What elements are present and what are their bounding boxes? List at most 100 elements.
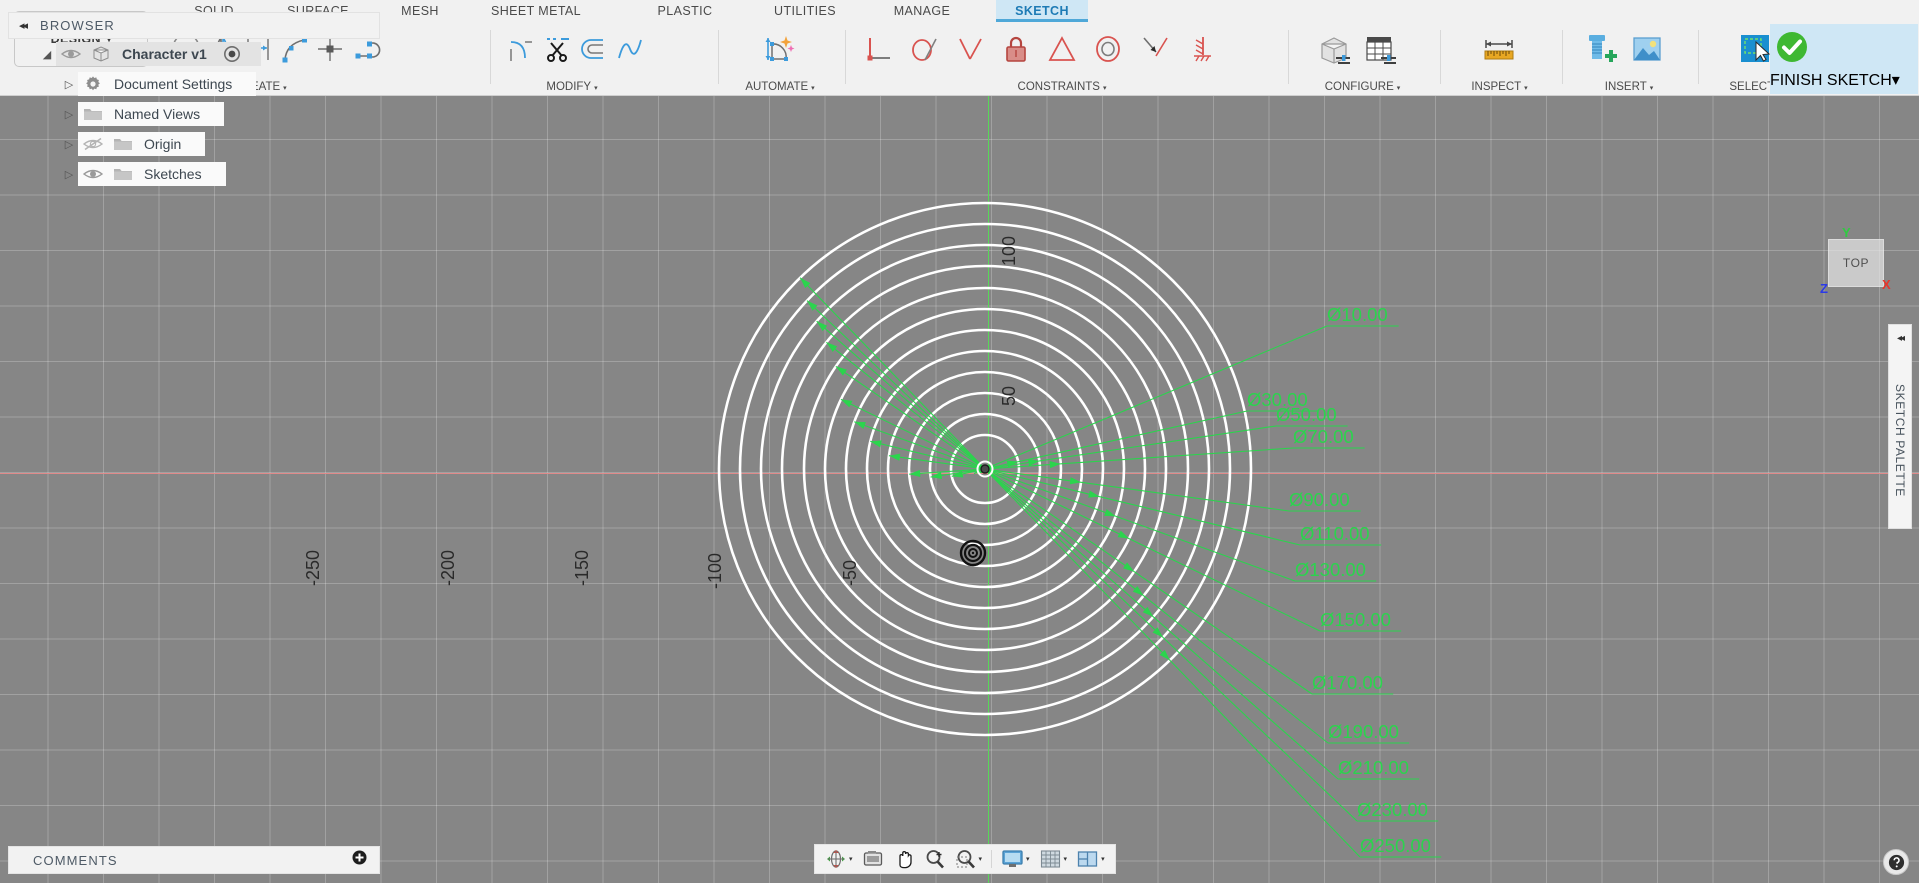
dimension-leader — [1128, 538, 1321, 632]
tab-plastic[interactable]: PLASTIC — [640, 0, 730, 22]
break-curve-icon[interactable] — [613, 26, 648, 72]
display-settings-button[interactable]: ▾ — [998, 846, 1033, 872]
browser-item-origin[interactable]: ▷ Origin — [8, 129, 380, 159]
dimension-label[interactable]: Ø190.00 — [1328, 721, 1399, 743]
browser-item-chip[interactable]: Sketches — [78, 162, 226, 186]
configure-body-icon[interactable] — [1313, 26, 1357, 72]
orbit-button[interactable]: ▾ — [822, 846, 856, 872]
concentric-icon[interactable] — [1086, 26, 1130, 72]
ribbon-group-constraints-label[interactable]: CONSTRAINTS ▾ — [852, 81, 1272, 93]
chevron-down-icon[interactable]: ▾ — [1101, 855, 1105, 863]
equal-icon[interactable] — [948, 26, 992, 72]
auto-constrain-icon[interactable] — [755, 26, 799, 72]
trim-icon[interactable] — [540, 26, 575, 72]
dimension-label[interactable]: Ø130.00 — [1295, 559, 1366, 581]
browser-collapse-icon[interactable]: ◂◂ — [19, 19, 28, 32]
dimension-radial-line-mirror — [806, 300, 990, 474]
y-tick-label: 50 — [999, 385, 1019, 406]
dimension-radial-line-mirror — [854, 421, 991, 472]
ribbon-group-configure-label[interactable]: CONFIGURE ▾ — [1295, 81, 1430, 93]
eye-visible-icon[interactable] — [56, 47, 86, 61]
dimension-arrowhead — [1069, 477, 1082, 485]
browser-item-label: Named Views — [114, 106, 201, 122]
tab-manage[interactable]: MANAGE — [872, 0, 972, 22]
dimension-label[interactable]: Ø210.00 — [1338, 757, 1409, 779]
browser-item-chip[interactable]: Character v1 — [56, 42, 261, 66]
y-tick-label: 100 — [999, 235, 1019, 266]
dimension-label[interactable]: Ø230.00 — [1357, 799, 1428, 821]
pan-hand-button[interactable] — [890, 846, 918, 872]
browser-item-chip[interactable]: Named Views — [78, 102, 225, 126]
tab-sheet-metal[interactable]: SHEET METAL — [466, 0, 606, 22]
grid-snaps-button[interactable]: ▾ — [1036, 846, 1071, 872]
tab-utilities[interactable]: UTILITIES — [755, 0, 855, 22]
dimension-label[interactable]: Ø70.00 — [1293, 426, 1354, 448]
dimension-arrowhead — [1104, 509, 1116, 517]
chevron-down-icon[interactable]: ▾ — [979, 855, 983, 863]
help-icon — [1888, 854, 1904, 870]
horizontal-vertical-icon[interactable] — [856, 26, 900, 72]
help-button[interactable] — [1883, 849, 1909, 875]
finish-sketch-label[interactable]: FINISH SKETCH▾ — [1770, 70, 1918, 90]
expand-twisty-icon[interactable]: ▷ — [60, 108, 78, 121]
browser-item-named-views[interactable]: ▷ Named Views — [8, 99, 380, 129]
dimension-label[interactable]: Ø10.00 — [1327, 304, 1388, 326]
gear-icon — [78, 75, 108, 93]
collinear-icon[interactable] — [1178, 26, 1222, 72]
add-comment-icon[interactable] — [352, 850, 367, 870]
configure-table-icon[interactable] — [1359, 26, 1403, 72]
eye-hidden-icon[interactable] — [78, 137, 108, 151]
ribbon-group-inspect-label[interactable]: INSPECT ▾ — [1447, 81, 1552, 93]
chevron-down-icon[interactable]: ▾ — [1026, 855, 1030, 863]
dimension-label[interactable]: Ø90.00 — [1289, 489, 1350, 511]
eye-visible-icon[interactable] — [78, 167, 108, 181]
expand-twisty-icon[interactable]: ▷ — [60, 168, 78, 181]
fillet-icon[interactable] — [503, 26, 538, 72]
browser-item-chip[interactable]: Origin — [78, 132, 206, 156]
expand-twisty-icon[interactable]: ▷ — [60, 138, 78, 151]
comments-panel[interactable]: COMMENTS — [8, 846, 380, 874]
dimension-label[interactable]: Ø170.00 — [1312, 672, 1383, 694]
offset-icon[interactable] — [576, 26, 611, 72]
view-cube-face-top[interactable]: TOP — [1828, 239, 1884, 287]
browser-item-chip[interactable]: Document Settings — [78, 72, 257, 96]
sketch-palette-panel[interactable]: ◂◂ SKETCH PALETTE — [1888, 324, 1912, 529]
ribbon-group-insert-label[interactable]: INSERT ▾ — [1569, 81, 1689, 93]
expand-twisty-icon[interactable]: ◢ — [38, 48, 56, 61]
folder-icon — [78, 106, 108, 122]
tangent-icon[interactable] — [902, 26, 946, 72]
sketch-palette-expand-icon[interactable]: ◂◂ — [1897, 333, 1905, 344]
symmetry-icon[interactable] — [1040, 26, 1084, 72]
ribbon-group-modify-label[interactable]: MODIFY ▾ — [497, 81, 647, 93]
dimension-label[interactable]: Ø50.00 — [1276, 404, 1337, 426]
browser-item-label: Document Settings — [114, 76, 233, 92]
dimension-radial-line — [989, 472, 1154, 618]
view-cube[interactable]: TOP Y X Z — [1820, 225, 1892, 296]
chevron-down-icon[interactable]: ▾ — [1064, 855, 1068, 863]
tab-mesh[interactable]: MESH — [380, 0, 460, 22]
zoom-in-button[interactable] — [921, 846, 949, 872]
expand-twisty-icon[interactable]: ▷ — [60, 78, 78, 91]
chevron-down-icon[interactable]: ▾ — [849, 855, 853, 863]
ribbon-group-constraints: CONSTRAINTS ▾ — [852, 24, 1272, 94]
chevron-down-icon: ▾ — [1891, 72, 1900, 89]
browser-item-character-v1[interactable]: ◢ Character v1 — [8, 39, 380, 69]
browser-item-document-settings[interactable]: ▷ Document Settings — [8, 69, 380, 99]
dimension-label[interactable]: Ø110.00 — [1300, 523, 1370, 545]
coincident-icon[interactable] — [1132, 26, 1176, 72]
tab-sketch[interactable]: SKETCH — [996, 0, 1088, 22]
insert-mcmaster-icon[interactable] — [1579, 26, 1623, 72]
sketch-canvas[interactable]: -250 -200 -150 -100 -50 100 50 Ø10.00 Ø30.00 Ø5… — [0, 96, 1919, 883]
dimension-label[interactable]: Ø250.00 — [1360, 835, 1431, 857]
fix-unfix-icon[interactable] — [994, 26, 1038, 72]
ribbon-group-automate-label[interactable]: AUTOMATE ▾ — [725, 81, 835, 93]
radio-active-icon[interactable] — [217, 45, 247, 63]
dimension-label[interactable]: Ø150.00 — [1320, 609, 1391, 631]
finish-sketch-button[interactable]: FINISH SKETCH▾ — [1770, 24, 1918, 94]
measure-icon[interactable] — [1477, 26, 1521, 72]
insert-canvas-icon[interactable] — [1625, 26, 1669, 72]
zoom-window-button[interactable]: ▾ — [952, 846, 986, 872]
browser-item-sketches[interactable]: ▷ Sketches — [8, 159, 380, 189]
viewports-button[interactable]: ▾ — [1073, 846, 1108, 872]
look-at-button[interactable] — [859, 846, 887, 872]
